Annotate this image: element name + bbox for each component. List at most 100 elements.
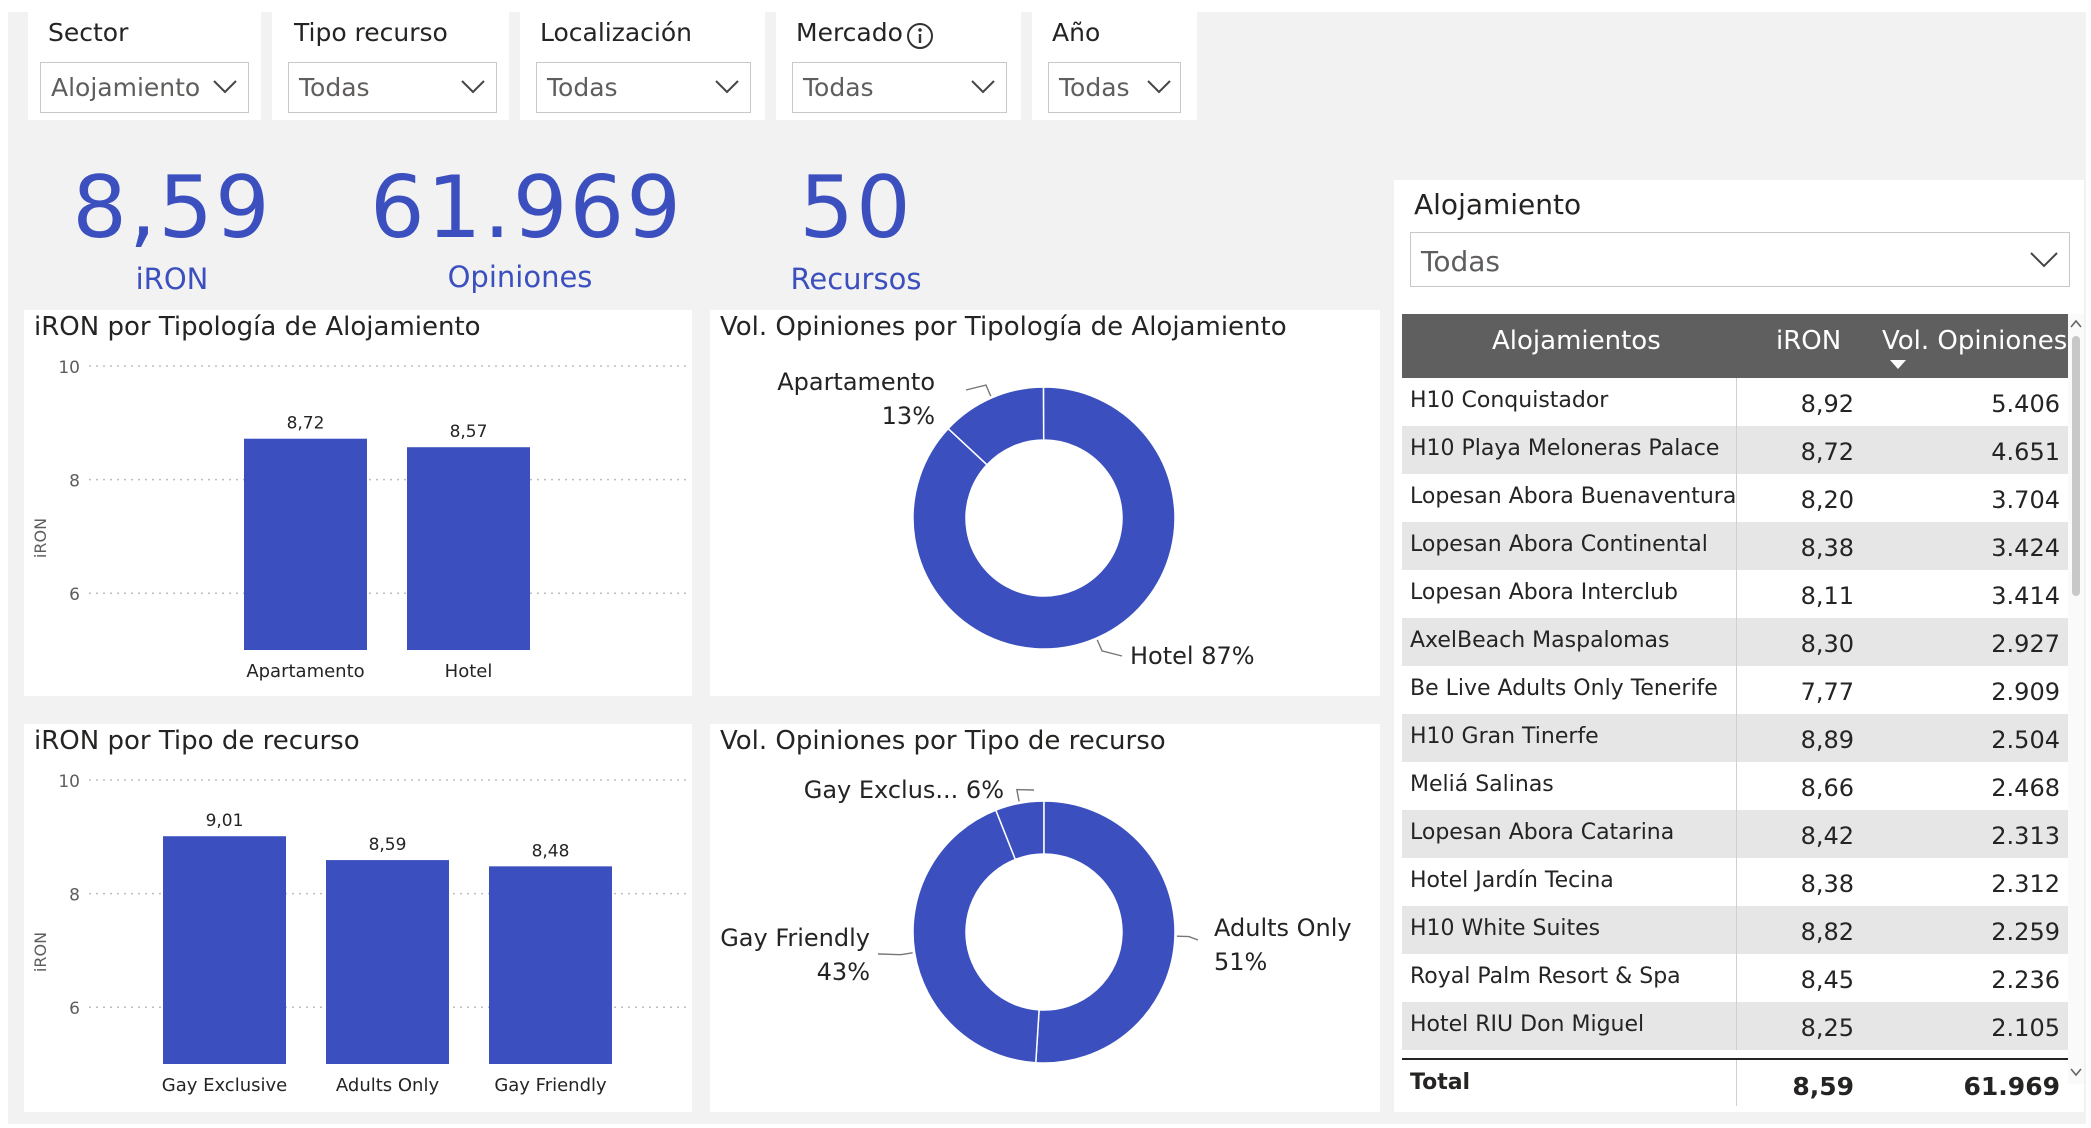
- bar-chart-svg: 6 8 10 iRON 8,72 Apartamento 8,57 Hotel: [31, 358, 689, 682]
- cell-iron: 8,20: [1800, 486, 1854, 514]
- cell-iron: 8,82: [1800, 918, 1854, 946]
- bar: [163, 836, 286, 1064]
- data-label: 9,01: [206, 811, 244, 831]
- cell-vol-opiniones: 2.313: [1991, 822, 2060, 850]
- scroll-up-icon[interactable]: [2068, 318, 2084, 330]
- alojamiento-dropdown[interactable]: Todas: [1410, 232, 2070, 287]
- cell-alojamiento: H10 Conquistador: [1410, 388, 1609, 413]
- column-divider: [1736, 906, 1737, 954]
- slicer-title: Tipo recurso: [294, 18, 448, 47]
- table-row[interactable]: Lopesan Abora Buenaventura 8,20 3.704: [1402, 474, 2068, 522]
- cell-iron: 8,66: [1800, 774, 1854, 802]
- cell-alojamiento: AxelBeach Maspalomas: [1410, 628, 1670, 653]
- table-body: H10 Conquistador 8,92 5.406 H10 Playa Melon…: [1402, 378, 2068, 1058]
- slicer-tipo-recurso[interactable]: Tipo recurso Todas: [272, 12, 509, 120]
- slicer-sector[interactable]: Sector Alojamiento: [28, 12, 261, 120]
- cell-alojamiento: H10 White Suites: [1410, 916, 1601, 941]
- cell-alojamiento: H10 Gran Tinerfe: [1410, 724, 1599, 749]
- slicer-dropdown[interactable]: Alojamiento: [40, 62, 249, 113]
- slicer-value: Alojamiento: [51, 73, 201, 102]
- leader-line: [1096, 639, 1123, 657]
- cell-vol-opiniones: 2.312: [1991, 870, 2060, 898]
- x-tick-label: Gay Friendly: [494, 1075, 607, 1096]
- kpi-iron-value: 8,59: [72, 158, 272, 258]
- slicer-dropdown[interactable]: Todas: [536, 62, 751, 113]
- slicer-value: Todas: [299, 73, 370, 102]
- column-divider: [1736, 714, 1737, 762]
- data-label: 8,59: [369, 835, 407, 855]
- cell-vol-opiniones: 4.651: [1991, 438, 2060, 466]
- table-row[interactable]: Be Live Adults Only Tenerife 7,77 2.909: [1402, 666, 2068, 714]
- info-icon[interactable]: [906, 22, 934, 50]
- cell-vol-opiniones: 2.909: [1991, 678, 2060, 706]
- table-row[interactable]: AxelBeach Maspalomas 8,30 2.927: [1402, 618, 2068, 666]
- table-row[interactable]: Lopesan Abora Continental 8,38 3.424: [1402, 522, 2068, 570]
- column-divider: [1736, 378, 1737, 426]
- total-label: Total: [1410, 1070, 1471, 1095]
- slicer-title: Año: [1052, 18, 1101, 47]
- sort-descending-icon[interactable]: [1890, 360, 1906, 370]
- cell-vol-opiniones: 3.424: [1991, 534, 2060, 562]
- cell-alojamiento: Lopesan Abora Buenaventura: [1410, 484, 1737, 509]
- cell-vol-opiniones: 2.927: [1991, 630, 2060, 658]
- table-row[interactable]: Meliá Salinas 8,66 2.468: [1402, 762, 2068, 810]
- total-vol-opiniones: 61.969: [1963, 1072, 2060, 1101]
- bar: [489, 866, 612, 1064]
- y-tick-label: 6: [69, 999, 80, 1019]
- table-row[interactable]: Lopesan Abora Catarina 8,42 2.313: [1402, 810, 2068, 858]
- cell-alojamiento: Meliá Salinas: [1410, 772, 1554, 797]
- slicer-dropdown[interactable]: Todas: [792, 62, 1007, 113]
- bar: [244, 438, 367, 650]
- chevron-down-icon: [2030, 252, 2058, 268]
- column-divider: [1736, 522, 1737, 570]
- column-divider: [1736, 1002, 1737, 1050]
- x-tick-label: Hotel: [445, 661, 493, 682]
- table-row[interactable]: H10 Gran Tinerfe 8,89 2.504: [1402, 714, 2068, 762]
- table-row[interactable]: Hotel RIU Don Miguel 8,25 2.105: [1402, 1002, 2068, 1050]
- data-label: 8,57: [450, 422, 488, 442]
- cell-iron: 8,72: [1800, 438, 1854, 466]
- slice-label: 43%: [817, 958, 870, 986]
- cell-alojamiento: Lopesan Abora Continental: [1410, 532, 1708, 557]
- slicer-value: Todas: [547, 73, 618, 102]
- kpi-opiniones-value: 61.969: [370, 158, 683, 258]
- table-row[interactable]: Hotel Jardín Tecina 8,38 2.312: [1402, 858, 2068, 906]
- slicer-title: Sector: [48, 18, 129, 47]
- y-tick-label: 8: [69, 472, 80, 492]
- table-row[interactable]: H10 Conquistador 8,92 5.406: [1402, 378, 2068, 426]
- slicer-dropdown[interactable]: Todas: [288, 62, 497, 113]
- column-divider: [1736, 666, 1737, 714]
- cell-vol-opiniones: 3.414: [1991, 582, 2060, 610]
- chevron-down-icon: [213, 80, 237, 94]
- table-scrollbar[interactable]: [2068, 314, 2084, 1084]
- table-row[interactable]: Lopesan Abora Interclub 8,11 3.414: [1402, 570, 2068, 618]
- column-divider: [1736, 426, 1737, 474]
- table-total-row: Total 8,59 61.969: [1402, 1058, 2068, 1108]
- donut-slice: [1034, 800, 1176, 1064]
- chart-iron-tipologia: iRON por Tipología de Alojamiento 6 8 10 iR…: [24, 310, 692, 696]
- cell-iron: 8,38: [1800, 534, 1854, 562]
- scrollbar-thumb[interactable]: [2072, 336, 2080, 596]
- bar: [407, 447, 530, 650]
- slicer-localizacion[interactable]: Localización Todas: [520, 12, 765, 120]
- slicer-mercado[interactable]: Mercado Todas: [776, 12, 1021, 120]
- table-row[interactable]: H10 White Suites 8,82 2.259: [1402, 906, 2068, 954]
- y-tick-label: 8: [69, 886, 80, 906]
- table-row[interactable]: Royal Palm Resort & Spa 8,45 2.236: [1402, 954, 2068, 1002]
- table-row[interactable]: H10 Playa Meloneras Palace 8,72 4.651: [1402, 426, 2068, 474]
- scroll-down-icon[interactable]: [2068, 1066, 2084, 1078]
- y-axis-label: iRON: [31, 518, 50, 558]
- column-header-alojamientos[interactable]: Alojamientos: [1492, 326, 1661, 356]
- column-divider: [1736, 810, 1737, 858]
- total-iron: 8,59: [1792, 1072, 1854, 1101]
- slice-label: 13%: [882, 402, 935, 430]
- column-header-vol-opiniones[interactable]: Vol. Opiniones: [1882, 326, 2067, 356]
- slicer-dropdown[interactable]: Todas: [1048, 62, 1181, 113]
- bar-chart-svg: 6 8 10 iRON 9,01 Gay Exclusive 8,59 Adults Only…: [31, 772, 689, 1096]
- column-header-iron[interactable]: iRON: [1776, 326, 1841, 356]
- cell-iron: 8,89: [1800, 726, 1854, 754]
- slice-label: Gay Exclus... 6%: [804, 776, 1004, 804]
- slicer-ano[interactable]: Año Todas: [1032, 12, 1197, 120]
- cell-iron: 8,42: [1800, 822, 1854, 850]
- cell-alojamiento: Hotel Jardín Tecina: [1410, 868, 1614, 893]
